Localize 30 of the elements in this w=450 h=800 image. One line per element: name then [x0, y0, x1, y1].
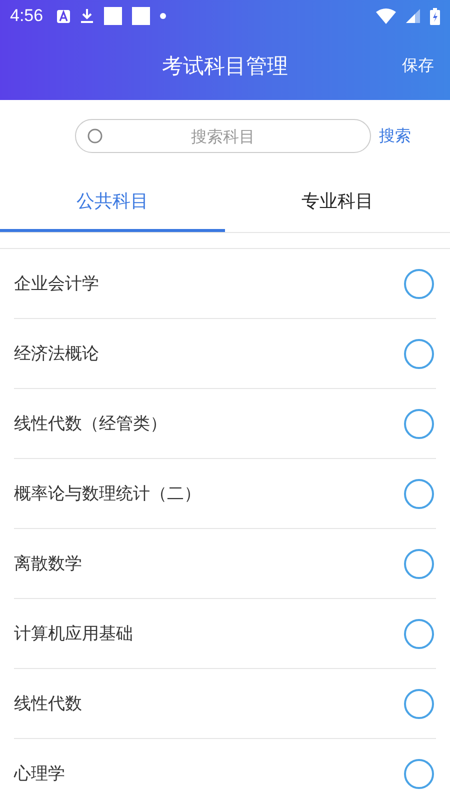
- subject-name: 概率论与数理统计（二）: [14, 483, 201, 505]
- battery-icon: [430, 8, 440, 24]
- radio-button[interactable]: [404, 478, 434, 508]
- subject-name: 心理学: [14, 763, 65, 785]
- radio-button[interactable]: [404, 618, 434, 648]
- tab[interactable]: 公共科目: [0, 172, 225, 232]
- status-time: 4:56: [10, 6, 44, 26]
- radio-button[interactable]: [404, 408, 434, 438]
- signal-icon: [406, 9, 420, 23]
- radio-button[interactable]: [404, 338, 434, 368]
- page-title: 考试科目管理: [162, 53, 288, 80]
- font-icon: [57, 10, 70, 22]
- subject-name: 经济法概论: [14, 343, 99, 365]
- radio-button[interactable]: [404, 548, 434, 578]
- search-field[interactable]: 搜索科目: [75, 119, 371, 153]
- subject-name: 计算机应用基础: [14, 623, 133, 645]
- subject-name: 离散数学: [14, 553, 82, 575]
- save-button[interactable]: 保存: [398, 52, 438, 80]
- download-icon: [80, 8, 94, 24]
- subject-name: 线性代数（经管类）: [14, 413, 167, 435]
- subject-name: 企业会计学: [14, 273, 99, 295]
- circle-icon: [87, 128, 103, 144]
- dot-icon: [160, 13, 166, 19]
- subject-name: 线性代数: [14, 693, 82, 715]
- radio-button[interactable]: [404, 758, 434, 788]
- tab[interactable]: 专业科目: [225, 172, 450, 232]
- radio-button[interactable]: [404, 688, 434, 718]
- search-button[interactable]: 搜索: [377, 124, 413, 148]
- radio-button[interactable]: [404, 268, 434, 298]
- wifi-icon: [376, 8, 396, 24]
